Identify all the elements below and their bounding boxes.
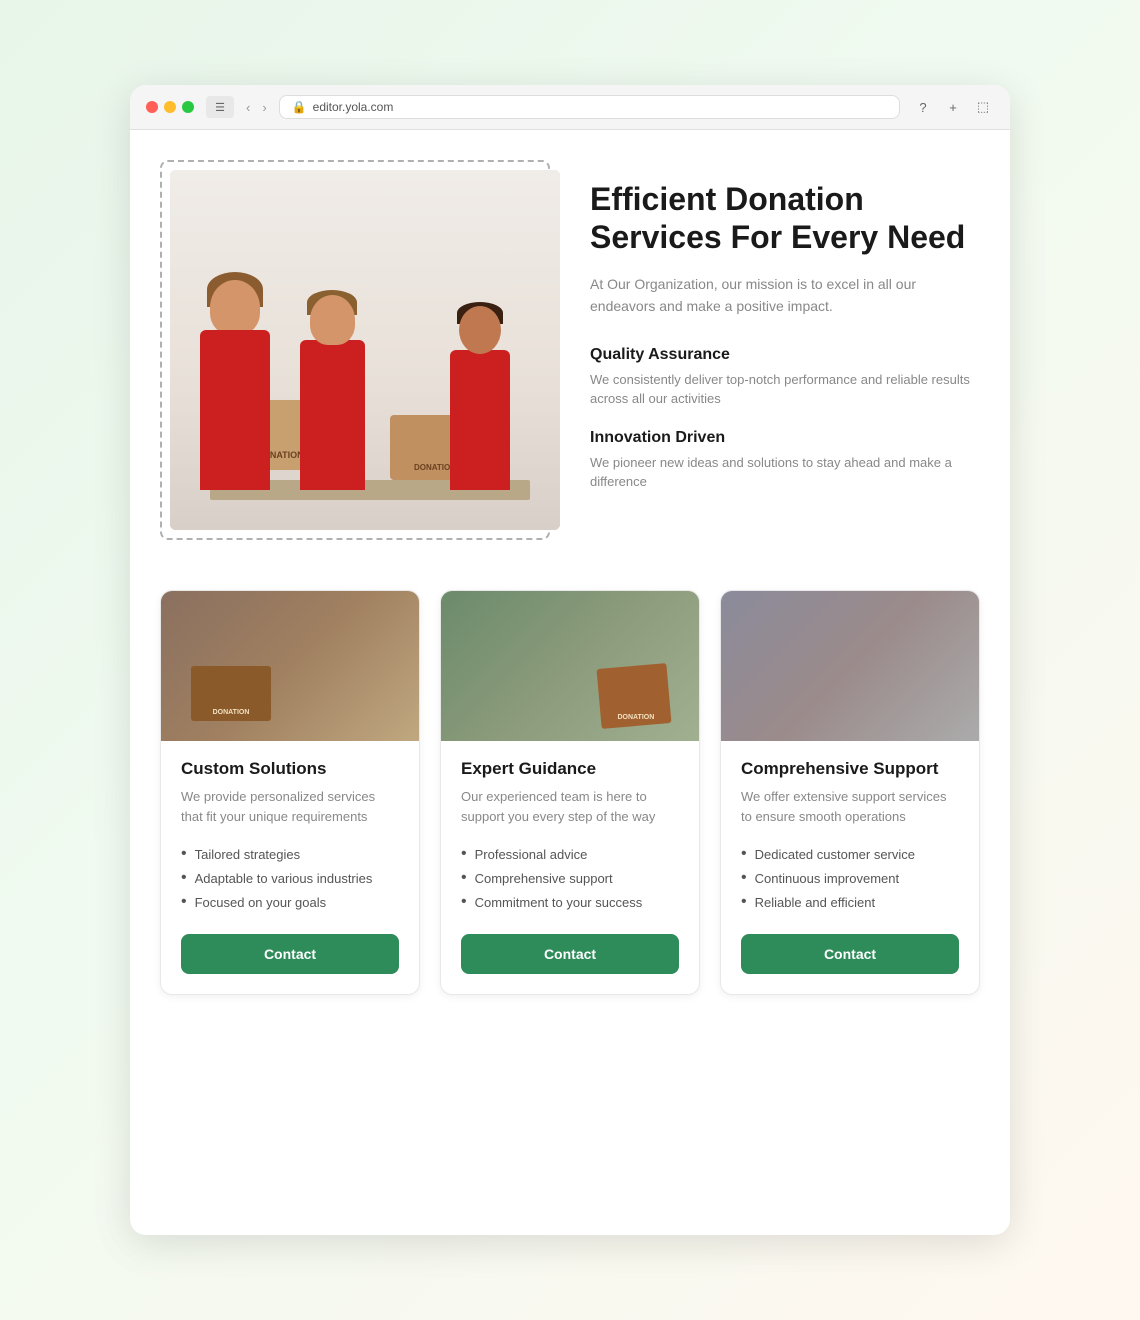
card-1-list: Tailored strategies Adaptable to various… — [181, 842, 399, 914]
list-item: Comprehensive support — [461, 866, 679, 890]
browser-actions: ? + ⬚ — [912, 96, 994, 118]
card-1-body: Custom Solutions We provide personalized… — [161, 741, 419, 994]
card-3-desc: We offer extensive support services to e… — [741, 787, 959, 826]
close-button[interactable] — [146, 101, 158, 113]
hero-title: Efficient Donation Services For Every Ne… — [590, 180, 980, 257]
feature-innovation: Innovation Driven We pioneer new ideas a… — [590, 429, 980, 492]
card-1-image — [161, 591, 419, 741]
hero-subtitle: At Our Organization, our mission is to e… — [590, 273, 980, 318]
maximize-button[interactable] — [182, 101, 194, 113]
list-item: Professional advice — [461, 842, 679, 866]
address-bar[interactable]: 🔒 editor.yola.com — [279, 95, 900, 119]
card-comprehensive-support: Comprehensive Support We offer extensive… — [720, 590, 980, 995]
feature-innovation-title: Innovation Driven — [590, 429, 980, 447]
card-1-desc: We provide personalized services that fi… — [181, 787, 399, 826]
cards-section: Custom Solutions We provide personalized… — [160, 590, 980, 995]
feature-quality-desc: We consistently deliver top-notch perfor… — [590, 370, 980, 409]
card-3-list: Dedicated customer service Continuous im… — [741, 842, 959, 914]
extensions-button[interactable]: ⬚ — [972, 96, 994, 118]
card-custom-solutions: Custom Solutions We provide personalized… — [160, 590, 420, 995]
card-2-contact-button[interactable]: Contact — [461, 934, 679, 974]
card-2-desc: Our experienced team is here to support … — [461, 787, 679, 826]
url-text: editor.yola.com — [313, 100, 394, 114]
help-button[interactable]: ? — [912, 96, 934, 118]
card-2-title: Expert Guidance — [461, 759, 679, 779]
card-3-image — [721, 591, 979, 741]
list-item: Tailored strategies — [181, 842, 399, 866]
volunteer-person-3 — [450, 350, 510, 490]
card-expert-guidance: Expert Guidance Our experienced team is … — [440, 590, 700, 995]
feature-innovation-desc: We pioneer new ideas and solutions to st… — [590, 453, 980, 492]
card-2-body: Expert Guidance Our experienced team is … — [441, 741, 699, 994]
donation-box-card-2 — [597, 663, 672, 729]
hero-image — [170, 170, 560, 530]
donation-box-card-1 — [191, 666, 271, 721]
volunteer-scene — [170, 170, 560, 530]
list-item: Focused on your goals — [181, 890, 399, 914]
volunteer-person-1 — [200, 330, 270, 490]
browser-chrome: ☰ ‹ › 🔒 editor.yola.com ? + ⬚ — [130, 85, 1010, 130]
hero-section: Efficient Donation Services For Every Ne… — [160, 160, 980, 540]
card-1-title: Custom Solutions — [181, 759, 399, 779]
add-tab-button[interactable]: + — [942, 96, 964, 118]
volunteer-person-2 — [300, 340, 365, 490]
list-item: Commitment to your success — [461, 890, 679, 914]
card-2-image — [441, 591, 699, 741]
minimize-button[interactable] — [164, 101, 176, 113]
forward-button[interactable]: › — [262, 100, 266, 115]
card-3-title: Comprehensive Support — [741, 759, 959, 779]
card-1-contact-button[interactable]: Contact — [181, 934, 399, 974]
lock-icon: 🔒 — [292, 100, 307, 114]
card-3-contact-button[interactable]: Contact — [741, 934, 959, 974]
card-2-list: Professional advice Comprehensive suppor… — [461, 842, 679, 914]
list-item: Reliable and efficient — [741, 890, 959, 914]
list-item: Continuous improvement — [741, 866, 959, 890]
sidebar-toggle[interactable]: ☰ — [206, 96, 234, 118]
hero-image-wrapper — [160, 160, 550, 540]
feature-quality: Quality Assurance We consistently delive… — [590, 346, 980, 409]
hero-text: Efficient Donation Services For Every Ne… — [590, 160, 980, 512]
card-3-body: Comprehensive Support We offer extensive… — [721, 741, 979, 994]
page-content: Efficient Donation Services For Every Ne… — [130, 130, 1010, 1035]
list-item: Dedicated customer service — [741, 842, 959, 866]
back-button[interactable]: ‹ — [246, 100, 250, 115]
feature-quality-title: Quality Assurance — [590, 346, 980, 364]
browser-window: ☰ ‹ › 🔒 editor.yola.com ? + ⬚ — [130, 85, 1010, 1235]
list-item: Adaptable to various industries — [181, 866, 399, 890]
dashed-border — [160, 160, 550, 540]
window-controls — [146, 101, 194, 113]
